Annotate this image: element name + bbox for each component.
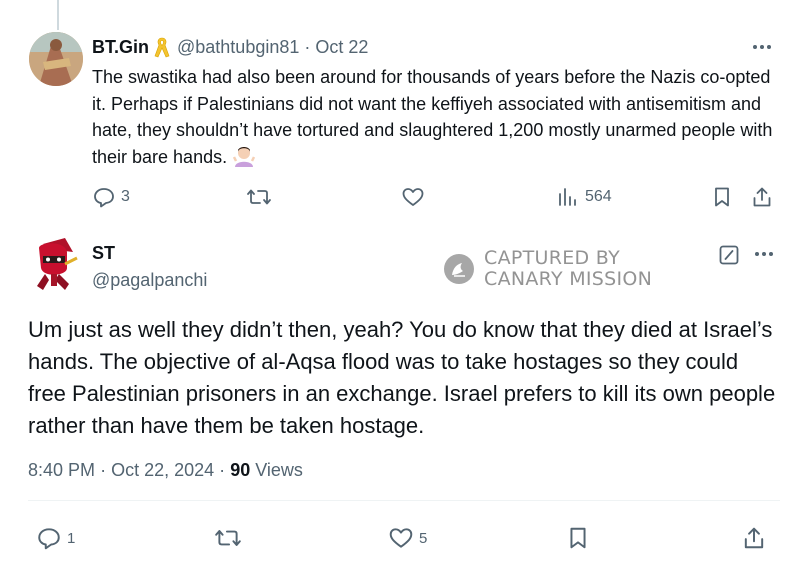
tweet-time[interactable]: 8:40 PM <box>28 460 95 480</box>
separator: · <box>219 460 226 480</box>
separator: · <box>304 36 311 57</box>
separator: · <box>100 460 107 480</box>
reply-count: 1 <box>67 529 76 547</box>
like-button[interactable]: 5 <box>388 526 427 550</box>
thread-line <box>57 0 59 30</box>
share-button[interactable] <box>751 186 773 208</box>
reply-button[interactable]: 1 <box>36 526 75 550</box>
retweet-icon <box>215 530 241 546</box>
more-icon[interactable] <box>750 245 778 263</box>
display-name[interactable]: BT.Gin <box>92 37 149 58</box>
watermark-line: CANARY MISSION <box>484 268 653 290</box>
views-count: 90 <box>230 460 251 480</box>
like-count: 5 <box>419 529 428 547</box>
avatar[interactable] <box>25 234 85 294</box>
avatar[interactable] <box>29 32 83 86</box>
retweet-icon <box>247 189 271 205</box>
view-count: 564 <box>585 188 612 205</box>
divider <box>28 500 780 501</box>
reply-button[interactable]: 3 <box>92 186 130 208</box>
handle[interactable]: @pagalpanchi <box>92 270 207 291</box>
tweet-text: The swastika had also been around for th… <box>92 64 782 170</box>
handle[interactable]: @bathtubgin81 <box>177 37 299 58</box>
retweet-button[interactable] <box>214 526 242 550</box>
views-button[interactable]: 564 <box>556 186 612 208</box>
retweet-button[interactable] <box>246 186 272 208</box>
like-button[interactable] <box>401 186 425 208</box>
views-icon <box>559 188 576 206</box>
views-label: Views <box>255 460 303 480</box>
bookmark-button[interactable] <box>711 186 733 208</box>
heart-icon <box>389 528 413 548</box>
share-button[interactable] <box>742 526 766 550</box>
reply-icon <box>94 188 114 208</box>
heart-icon <box>402 188 424 206</box>
timestamp[interactable]: Oct 22 <box>315 37 368 58</box>
reply-count: 3 <box>121 188 130 205</box>
bookmark-button[interactable] <box>566 526 590 550</box>
bookmark-icon <box>715 187 729 207</box>
share-icon <box>744 527 764 549</box>
person-shrugging-emoji-icon <box>232 145 256 167</box>
tweet-text: Um just as well they didn’t then, yeah? … <box>28 317 776 438</box>
watermark: CAPTURED BY CANARY MISSION <box>443 248 652 290</box>
yellow-ribbon-icon <box>153 36 171 58</box>
tweet-date[interactable]: Oct 22, 2024 <box>111 460 214 480</box>
share-icon <box>753 187 771 207</box>
display-name[interactable]: ST <box>92 243 115 264</box>
canary-mission-logo-icon <box>444 254 474 284</box>
edit-icon[interactable] <box>718 244 740 266</box>
tweet-body: The swastika had also been around for th… <box>92 67 773 167</box>
more-icon[interactable] <box>748 38 776 56</box>
bookmark-icon <box>570 527 586 549</box>
watermark-line: CAPTURED BY <box>484 247 621 269</box>
reply-icon <box>38 528 60 550</box>
tweet-meta: 8:40 PM · Oct 22, 2024 · 90 Views <box>28 460 303 481</box>
tweet-header: BT.Gin @bathtubgin81 · Oct 22 <box>92 36 368 58</box>
